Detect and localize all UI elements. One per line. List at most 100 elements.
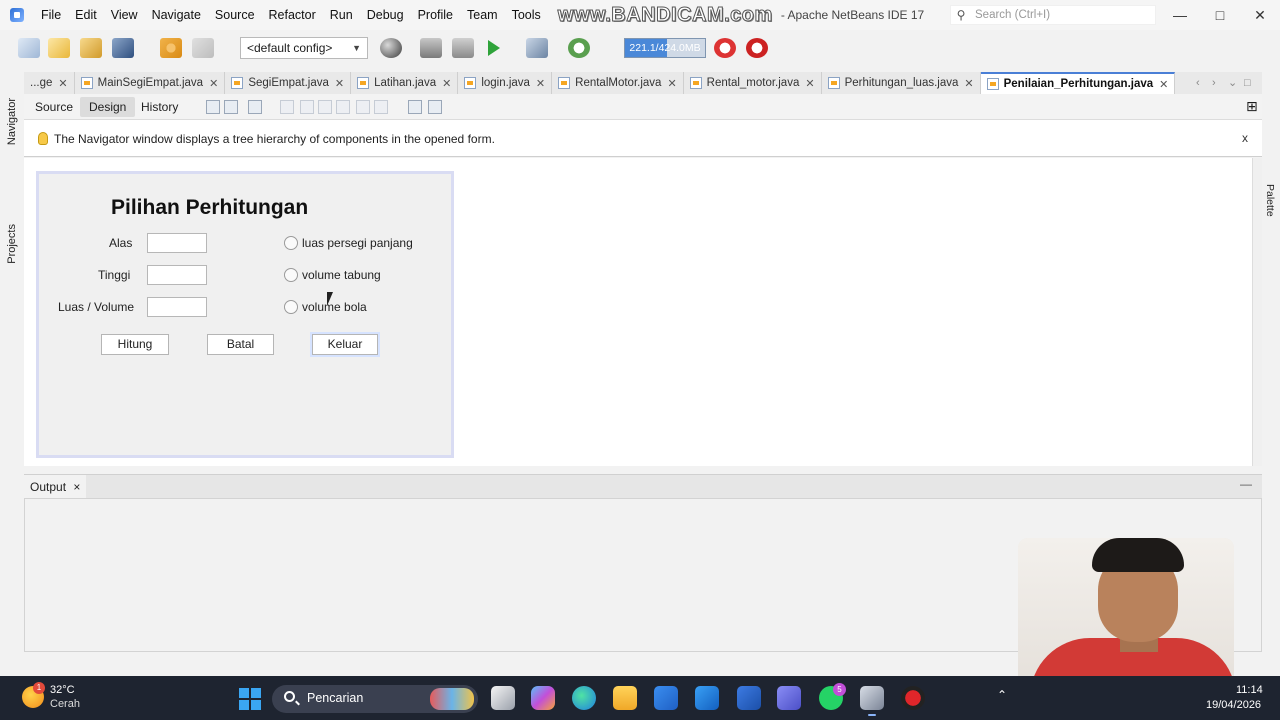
- new-file-icon[interactable]: [18, 38, 40, 58]
- label-tinggi[interactable]: Tinggi: [98, 268, 130, 282]
- radio-volume-tabung[interactable]: [284, 268, 298, 282]
- edge-browser-icon[interactable]: [572, 686, 596, 710]
- close-icon[interactable]: ×: [73, 480, 80, 494]
- profile-icon[interactable]: [568, 38, 590, 58]
- weather-temperature[interactable]: 32°C: [50, 684, 75, 696]
- tinggi-text-field[interactable]: [147, 265, 207, 285]
- align-left-icon[interactable]: [280, 100, 294, 114]
- undo-icon[interactable]: [160, 38, 182, 58]
- clock-date[interactable]: 19/04/2026: [1206, 699, 1261, 711]
- run-icon[interactable]: [488, 40, 502, 56]
- teams-icon[interactable]: [777, 686, 801, 710]
- close-icon[interactable]: ✕: [1159, 78, 1168, 91]
- connection-mode-icon[interactable]: [224, 100, 238, 114]
- batal-button[interactable]: Batal: [207, 334, 274, 355]
- align-bottom-icon[interactable]: [356, 100, 370, 114]
- editor-tab-active[interactable]: Penilaian_Perhitungan.java ✕: [980, 72, 1176, 94]
- editor-tab[interactable]: Latihan.java ✕: [351, 72, 459, 94]
- close-window-button[interactable]: ✕: [1240, 0, 1280, 30]
- clean-build-icon[interactable]: [452, 38, 474, 58]
- menu-edit[interactable]: Edit: [68, 0, 104, 30]
- word-icon[interactable]: [737, 686, 761, 710]
- tab-source[interactable]: Source: [26, 97, 82, 117]
- align-right-icon[interactable]: [300, 100, 314, 114]
- close-icon[interactable]: ✕: [335, 77, 344, 90]
- copilot-icon[interactable]: [531, 686, 555, 710]
- profiler-icon[interactable]: [746, 38, 768, 58]
- close-icon[interactable]: ✕: [442, 77, 451, 90]
- radio-volume-bola[interactable]: [284, 300, 298, 314]
- radio-luas-persegi-panjang[interactable]: [284, 236, 298, 250]
- ide-search-input[interactable]: ⚲ Search (Ctrl+I): [950, 5, 1156, 25]
- menu-debug[interactable]: Debug: [360, 0, 411, 30]
- panel-splitter[interactable]: [24, 466, 1262, 474]
- editor-tab[interactable]: ...ge ✕: [24, 72, 75, 94]
- ms-store-icon[interactable]: [654, 686, 678, 710]
- navigator-side-tab[interactable]: Navigator: [6, 98, 18, 145]
- label-luas-volume[interactable]: Luas / Volume: [58, 300, 134, 314]
- chevron-up-icon[interactable]: ⌃: [997, 688, 1007, 702]
- close-icon[interactable]: ✕: [805, 77, 814, 90]
- luas-volume-text-field[interactable]: [147, 297, 207, 317]
- menu-source[interactable]: Source: [208, 0, 262, 30]
- close-icon[interactable]: ✕: [58, 77, 67, 90]
- file-explorer-icon[interactable]: [613, 686, 637, 710]
- radio-label-luas-persegi-panjang[interactable]: luas persegi panjang: [302, 236, 413, 250]
- netbeans-taskbar-icon[interactable]: [860, 686, 884, 716]
- selection-mode-icon[interactable]: [206, 100, 220, 114]
- editor-tab[interactable]: login.java ✕: [458, 72, 553, 94]
- taskbar-search[interactable]: Pencarian: [272, 685, 478, 713]
- align-center-icon[interactable]: [318, 100, 332, 114]
- debug-icon[interactable]: [526, 38, 548, 58]
- config-select[interactable]: <default config> ▼: [240, 37, 368, 59]
- bandicam-record-icon[interactable]: [901, 686, 925, 710]
- editor-tab[interactable]: SegiEmpat.java ✕: [225, 72, 352, 94]
- clock-time[interactable]: 11:14: [1236, 684, 1263, 696]
- menu-view[interactable]: View: [104, 0, 145, 30]
- minimize-window-button[interactable]: —: [1160, 0, 1200, 30]
- info-close-button[interactable]: x: [1242, 131, 1248, 145]
- outlook-icon[interactable]: [695, 686, 719, 710]
- maximize-editor-icon[interactable]: □: [1244, 72, 1251, 94]
- editor-tab[interactable]: Perhitungan_luas.java ✕: [822, 72, 981, 94]
- tab-list-icon[interactable]: ⌄: [1228, 72, 1237, 94]
- form-title-label[interactable]: Pilihan Perhitungan: [111, 196, 308, 220]
- menu-run[interactable]: Run: [323, 0, 360, 30]
- build-icon[interactable]: [420, 38, 442, 58]
- gc-icon[interactable]: [714, 38, 736, 58]
- open-project-icon[interactable]: [80, 38, 102, 58]
- menu-refactor[interactable]: Refactor: [262, 0, 323, 30]
- globe-icon[interactable]: [380, 38, 402, 58]
- palette-side-tab[interactable]: Palette: [1264, 184, 1276, 217]
- horizontal-resize-icon[interactable]: [408, 100, 422, 114]
- align-middle-icon[interactable]: [374, 100, 388, 114]
- align-top-icon[interactable]: [336, 100, 350, 114]
- editor-tab[interactable]: RentalMotor.java ✕: [552, 72, 684, 94]
- save-all-icon[interactable]: [112, 38, 134, 58]
- menu-team[interactable]: Team: [460, 0, 505, 30]
- maximize-window-button[interactable]: □: [1200, 0, 1240, 30]
- radio-label-volume-tabung[interactable]: volume tabung: [302, 268, 381, 282]
- menu-file[interactable]: File: [34, 0, 68, 30]
- tab-history[interactable]: History: [132, 97, 187, 117]
- close-icon[interactable]: ✕: [536, 77, 545, 90]
- preview-design-icon[interactable]: [248, 100, 262, 114]
- editor-tab[interactable]: MainSegiEmpat.java ✕: [75, 72, 226, 94]
- weather-condition[interactable]: Cerah: [50, 698, 80, 710]
- close-icon[interactable]: ✕: [209, 77, 218, 90]
- projects-side-tab[interactable]: Projects: [6, 224, 18, 264]
- hitung-button[interactable]: Hitung: [101, 334, 169, 355]
- keluar-button[interactable]: Keluar: [310, 332, 380, 357]
- editor-tab[interactable]: Rental_motor.java ✕: [684, 72, 822, 94]
- minimize-output-button[interactable]: —: [1240, 477, 1252, 491]
- tab-output[interactable]: Output ×: [24, 475, 87, 499]
- new-project-icon[interactable]: [48, 38, 70, 58]
- canvas-scrollbar[interactable]: [1252, 158, 1262, 466]
- add-component-icon[interactable]: ⊞: [1246, 98, 1258, 115]
- vertical-resize-icon[interactable]: [428, 100, 442, 114]
- windows-start-icon[interactable]: [239, 688, 261, 710]
- menu-navigate[interactable]: Navigate: [145, 0, 208, 30]
- tab-scroll-right-icon[interactable]: ›: [1212, 72, 1216, 94]
- redo-icon[interactable]: [192, 38, 214, 58]
- label-alas[interactable]: Alas: [109, 236, 132, 250]
